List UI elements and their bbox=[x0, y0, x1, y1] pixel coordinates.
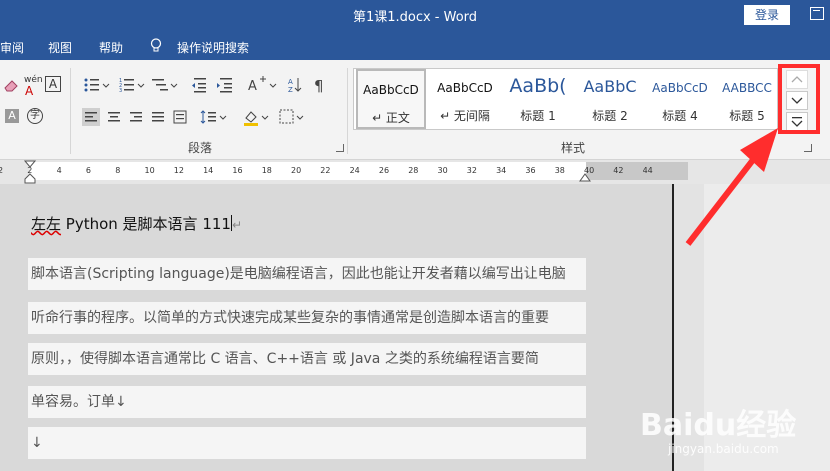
document-heading[interactable]: 左左 Python 是脚本语言 111↵ bbox=[31, 213, 242, 234]
group-divider bbox=[70, 68, 71, 154]
svg-text:A: A bbox=[248, 79, 257, 94]
ruler-tick-label: 38 bbox=[554, 166, 565, 175]
ruler-tick-label: 26 bbox=[378, 166, 390, 175]
style-sample: AaBbCcD bbox=[652, 81, 708, 95]
ruler-tick-label: 8 bbox=[115, 166, 121, 175]
paragraph-mark: ↵ bbox=[231, 218, 243, 232]
ruler-tick-label: 28 bbox=[408, 166, 419, 175]
style-no-spacing[interactable]: AaBbCcD ↵ 无间隔 bbox=[430, 69, 500, 129]
style-sample: AABBCC bbox=[722, 81, 772, 95]
ruler-tick-label: 10 bbox=[144, 166, 155, 175]
borders-icon bbox=[279, 109, 304, 124]
ruler-tick-label: 30 bbox=[437, 166, 448, 175]
watermark-url: jingyan.baidu.com bbox=[668, 442, 779, 456]
tell-me-search[interactable]: 操作说明搜索 bbox=[177, 39, 249, 56]
style-sample: AaBb( bbox=[509, 75, 567, 97]
decrease-indent-icon bbox=[192, 78, 206, 93]
svg-text:¶: ¶ bbox=[314, 77, 324, 94]
ruler-tick-label: 34 bbox=[496, 166, 507, 175]
chinese-layout-icon: A bbox=[248, 76, 277, 94]
lightbulb-icon bbox=[150, 38, 162, 52]
bullets-icon bbox=[84, 78, 110, 92]
indent-marker-icon[interactable] bbox=[24, 160, 36, 184]
styles-dialog-launcher[interactable] bbox=[804, 144, 812, 152]
ruler-tick-label: 32 bbox=[466, 166, 477, 175]
char-shading-button[interactable]: A bbox=[5, 109, 19, 123]
ruler-tick-label: 6 bbox=[85, 166, 91, 175]
align-center-icon bbox=[108, 112, 120, 122]
paragraph-line[interactable]: 原则，，使得脚本语言通常比 C 语言、C++语言 或 Java 之类的系统编程语… bbox=[28, 343, 586, 375]
multilevel-list-icon bbox=[152, 79, 178, 91]
watermark-logo: Baidu经验 bbox=[640, 408, 797, 443]
heading-text: Python 是脚本语言 111 bbox=[61, 215, 231, 233]
style-heading-2[interactable]: AaBbC 标题 2 bbox=[576, 69, 644, 129]
ruler-tick-label: 36 bbox=[525, 166, 536, 175]
eraser-icon[interactable] bbox=[3, 78, 19, 92]
increase-indent-icon bbox=[217, 78, 232, 93]
ruler-tick-label: 2 bbox=[0, 166, 4, 175]
tab-help[interactable]: 帮助 bbox=[99, 39, 123, 56]
align-right-icon bbox=[130, 112, 142, 122]
style-name: ↵ 无间隔 bbox=[440, 109, 490, 123]
sort-icon: A Z bbox=[288, 78, 302, 94]
window-title: 第1课1.docx - Word bbox=[352, 10, 478, 25]
right-indent-marker-icon[interactable] bbox=[579, 172, 591, 182]
ruler-tick-label: 4 bbox=[56, 166, 62, 175]
line-spacing-icon bbox=[200, 110, 227, 124]
svg-text:Z: Z bbox=[288, 86, 293, 94]
style-sample: AaBbCcD bbox=[363, 83, 419, 97]
svg-text:A: A bbox=[288, 78, 293, 86]
phonetic-guide-char[interactable]: A bbox=[25, 84, 33, 98]
shading-icon bbox=[244, 111, 269, 126]
ruler-margin-area bbox=[586, 162, 688, 180]
ruler-tick-label: 12 bbox=[173, 166, 184, 175]
ruler-tick-label: 18 bbox=[261, 166, 272, 175]
style-sample: AaBbC bbox=[583, 77, 637, 96]
paragraph-dialog-launcher[interactable] bbox=[336, 144, 344, 152]
tab-view[interactable]: 视图 bbox=[48, 39, 72, 56]
style-name: 标题 1 bbox=[520, 109, 556, 123]
style-name: 标题 2 bbox=[592, 109, 628, 123]
ribbon-tabs: 审阅 视图 帮助 操作说明搜索 bbox=[0, 30, 830, 60]
styles-group-label: 样式 bbox=[561, 141, 586, 155]
spellcheck-word: 左左 bbox=[31, 215, 62, 233]
ruler-tick-label: 42 bbox=[613, 166, 624, 175]
style-heading-1[interactable]: AaBb( 标题 1 bbox=[504, 69, 572, 129]
ruler-tick-label: 22 bbox=[320, 166, 331, 175]
show-marks-icon: ¶ bbox=[314, 77, 324, 94]
style-normal[interactable]: AaBbCcD ↵ 正文 bbox=[356, 69, 426, 129]
paragraph-line[interactable]: ↓ bbox=[28, 427, 586, 459]
distributed-icon bbox=[173, 110, 187, 124]
ruler-tick-label: 14 bbox=[203, 166, 214, 175]
enclose-char-button[interactable]: 字 bbox=[27, 108, 43, 124]
paragraph-group-label: 段落 bbox=[188, 141, 213, 155]
annotation-arrow bbox=[685, 128, 778, 246]
style-name: ↵ 正文 bbox=[372, 111, 410, 125]
ruler-tick-label: 44 bbox=[642, 166, 653, 175]
numbering-icon: 1 2 3 bbox=[119, 78, 145, 94]
paragraph-line[interactable]: 脚本语言(Scripting language)是电脑编程语言，因此也能让开发者… bbox=[28, 258, 586, 290]
style-sample: AaBbCcD bbox=[437, 81, 493, 95]
group-divider bbox=[347, 68, 348, 154]
char-border-button[interactable]: A bbox=[45, 76, 61, 92]
svg-text:3: 3 bbox=[119, 88, 122, 94]
justify-icon bbox=[152, 112, 164, 122]
ruler-tick-label: 24 bbox=[349, 166, 360, 175]
paragraph-row-2 bbox=[82, 108, 304, 126]
ruler-tick-label: 16 bbox=[232, 166, 243, 175]
title-bar: 第1课1.docx - Word 登录 bbox=[0, 0, 830, 30]
paragraph-line[interactable]: 听命行事的程序。以简单的方式快速完成某些复杂的事情通常是创造脚本语言的重要 bbox=[28, 302, 586, 334]
ruler-tick-label: 20 bbox=[291, 166, 302, 175]
tab-review[interactable]: 审阅 bbox=[0, 39, 24, 56]
login-button[interactable]: 登录 bbox=[744, 5, 790, 25]
ribbon-display-icon[interactable] bbox=[810, 7, 824, 20]
paragraph-row-1: 1 2 3 A A Z ¶ bbox=[84, 76, 324, 94]
paragraph-line[interactable]: 单容易。订单↓ bbox=[28, 386, 586, 418]
